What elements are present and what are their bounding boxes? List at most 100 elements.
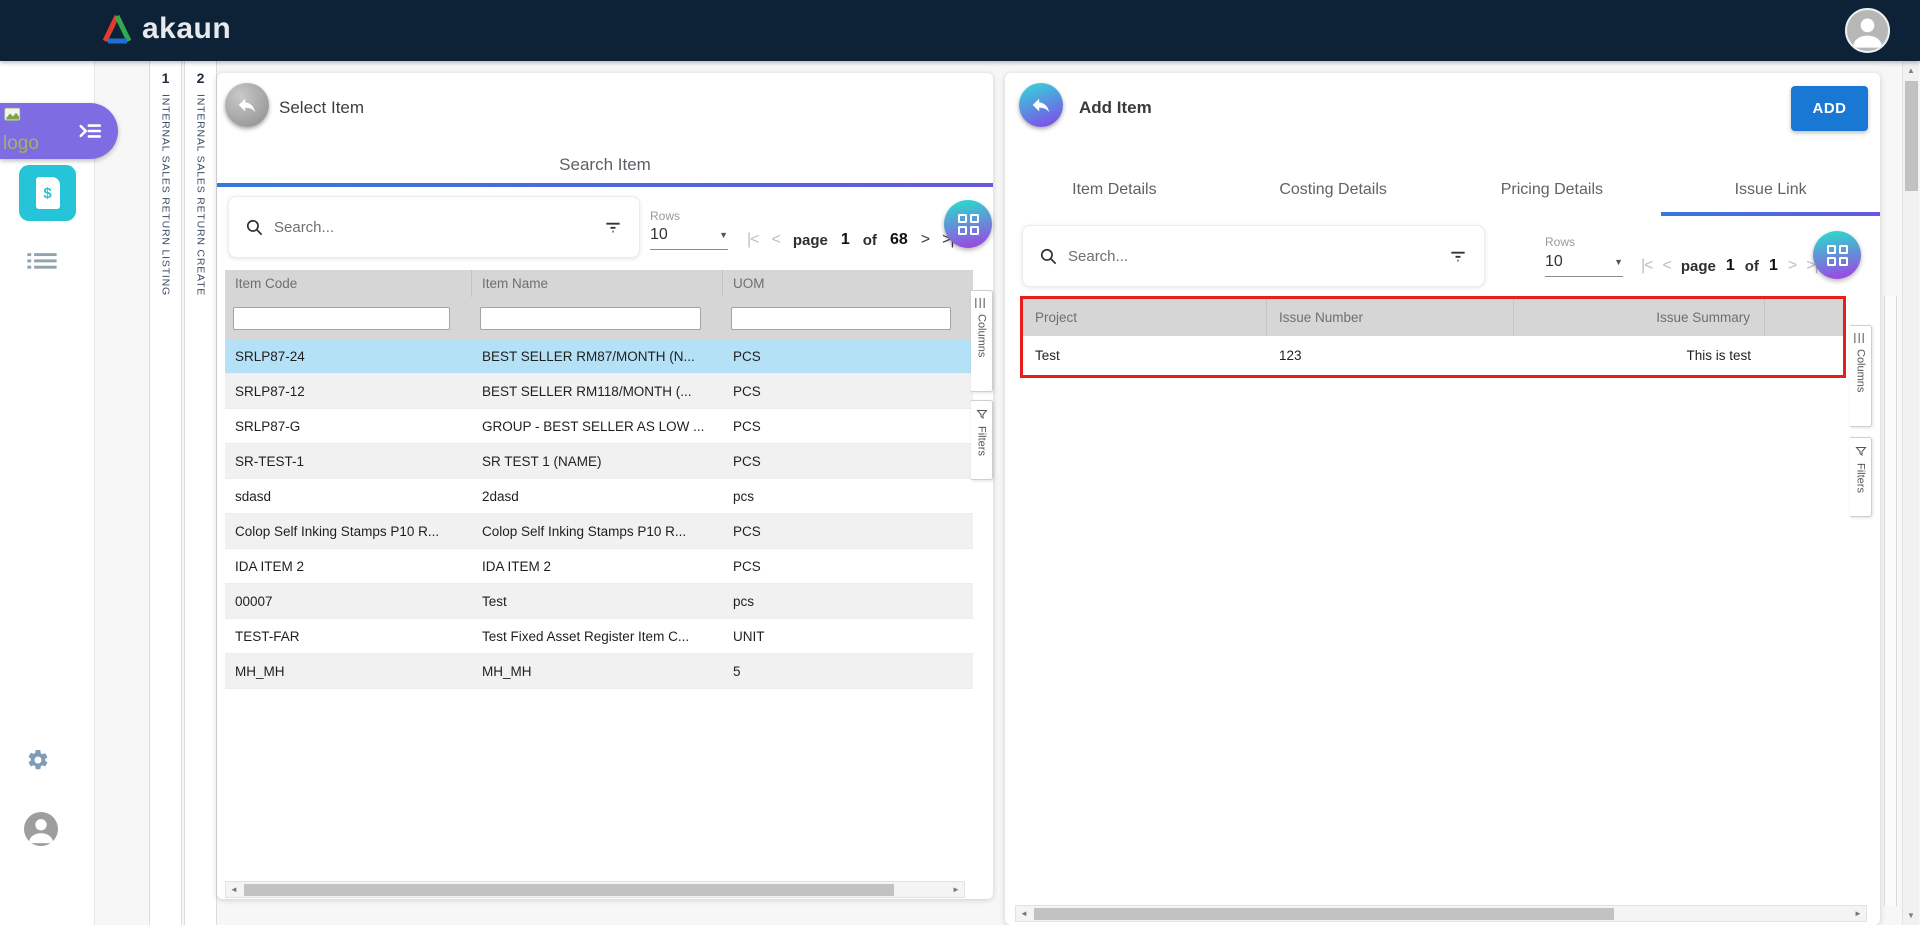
workspace-tab-label: INTERNAL SALES RETURN CREATE [195,94,207,296]
scroll-down-icon[interactable]: ▼ [1903,906,1919,925]
columns-side-tab[interactable]: Columns [1850,325,1872,427]
filters-side-tab[interactable]: Filters [971,400,993,480]
logo-banner[interactable]: logo [0,103,118,159]
back-arrow-icon [236,94,258,116]
filter-uom-input[interactable] [731,307,951,330]
sidebar-profile-icon[interactable] [24,812,58,846]
scroll-right-icon[interactable]: ► [1850,909,1866,918]
columns-side-tab[interactable]: Columns [971,290,993,392]
filter-icon[interactable] [1448,246,1468,266]
brand-name: akaun [142,12,231,46]
column-header-project: Project [1023,299,1267,336]
tab-pricing-details[interactable]: Pricing Details [1443,168,1662,212]
of-word: of [1745,258,1759,275]
gear-icon[interactable] [26,748,50,772]
panel-vertical-scrollbar-track[interactable] [1884,296,1897,906]
page-word: page [793,232,828,249]
table-row[interactable]: SRLP87-12BEST SELLER RM118/MONTH (...PCS [225,374,973,409]
first-page-button[interactable]: |< [747,231,759,249]
issue-table-header: Project Issue Number Issue Summary [1023,299,1843,336]
tab-search-item[interactable]: Search Item [217,155,993,175]
broken-image-icon [4,107,22,123]
akaun-triangle-icon [100,13,134,45]
column-header-uom: UOM [723,270,973,297]
funnel-icon [1855,445,1867,457]
workspace-tab-label: INTERNAL SALES RETURN LISTING [160,94,172,296]
list-icon[interactable] [27,252,57,270]
back-button[interactable] [225,83,269,127]
brand-logo: akaun [100,12,231,46]
workspace-tab-number: 1 [162,70,170,86]
prev-page-button[interactable]: < [772,231,780,249]
first-page-button[interactable]: |< [1641,257,1653,275]
sidebar-toggle-icon[interactable] [76,118,104,144]
table-row[interactable]: SRLP87-GGROUP - BEST SELLER AS LOW ...PC… [225,409,973,444]
prev-page-button[interactable]: < [1663,257,1671,275]
column-header-item-code: Item Code [225,270,472,297]
workspace-tab-number: 2 [197,70,205,86]
sidebar-app-billing[interactable]: $ [19,165,76,221]
rows-label: Rows [650,209,680,223]
rows-value: 10 [650,226,668,244]
table-row[interactable]: TEST-FARTest Fixed Asset Register Item C… [225,619,973,654]
pagination: |< < page 1 of 1 > >| [1641,257,1818,275]
funnel-icon [976,408,988,420]
items-table-header: Item Code Item Name UOM [225,270,973,297]
next-page-button[interactable]: > [1788,257,1796,275]
filters-side-tab[interactable]: Filters [1850,437,1872,517]
rows-per-page-select[interactable]: 10 ▼ [1545,253,1623,277]
user-avatar[interactable] [1845,8,1890,53]
scrollbar-thumb[interactable] [244,884,894,896]
scroll-up-icon[interactable]: ▲ [1903,61,1919,80]
tab-issue-link[interactable]: Issue Link [1661,168,1880,212]
add-button[interactable]: ADD [1791,86,1868,131]
workspace-tab-create[interactable]: 2 INTERNAL SALES RETURN CREATE [184,61,217,925]
table-row[interactable]: Test 123 This is test [1023,336,1843,375]
rows-per-page-select[interactable]: 10 ▼ [650,226,728,250]
back-arrow-icon [1030,94,1052,116]
grid-view-button[interactable] [944,200,992,248]
horizontal-scrollbar[interactable]: ◄ ► [225,881,965,898]
scroll-left-icon[interactable]: ◄ [226,885,242,894]
workspace-tab-listing[interactable]: 1 INTERNAL SALES RETURN LISTING [149,61,182,925]
horizontal-scrollbar[interactable]: ◄ ► [1015,905,1867,922]
scroll-right-icon[interactable]: ► [948,885,964,894]
tab-costing-details[interactable]: Costing Details [1224,168,1443,212]
chevron-down-icon: ▼ [1614,257,1623,267]
panel-title: Add Item [1079,98,1152,118]
scrollbar-thumb[interactable] [1034,908,1614,920]
column-header-issue-number: Issue Number [1267,299,1514,336]
item-search-box [228,196,640,258]
panel-title: Select Item [279,98,364,118]
table-row[interactable]: sdasd2dasdpcs [225,479,973,514]
table-row[interactable]: SRLP87-24BEST SELLER RM87/MONTH (N...PCS [225,339,973,374]
grid-view-button[interactable] [1813,231,1861,279]
of-word: of [863,232,877,249]
pagination: |< < page 1 of 68 > >| [747,231,954,249]
next-page-button[interactable]: > [921,231,929,249]
table-row[interactable]: IDA ITEM 2IDA ITEM 2PCS [225,549,973,584]
add-item-panel: Add Item ADD Item Details Costing Detail… [1005,73,1880,925]
tab-item-details[interactable]: Item Details [1005,168,1224,212]
window-vertical-scrollbar[interactable]: ▲ ▼ [1902,61,1919,925]
grid-icon [958,214,979,235]
grip-icon [1854,333,1867,343]
logo-alt-text: logo [3,133,39,155]
search-input[interactable] [274,219,593,236]
dollar-document-icon: $ [36,177,60,209]
page-number: 1 [841,231,850,249]
app-header: akaun [0,0,1920,61]
filter-item-code-input[interactable] [233,307,450,330]
filter-icon[interactable] [603,217,623,237]
scrollbar-thumb[interactable] [1905,81,1918,191]
page-total: 1 [1769,257,1778,275]
table-row[interactable]: Colop Self Inking Stamps P10 R...Colop S… [225,514,973,549]
table-row[interactable]: 00007Testpcs [225,584,973,619]
scroll-left-icon[interactable]: ◄ [1016,909,1032,918]
issue-table-highlight: Project Issue Number Issue Summary Test … [1020,296,1846,378]
filter-item-name-input[interactable] [480,307,701,330]
table-row[interactable]: SR-TEST-1SR TEST 1 (NAME)PCS [225,444,973,479]
table-row[interactable]: MH_MHMH_MH5 [225,654,973,689]
search-input[interactable] [1068,248,1438,265]
back-button[interactable] [1019,83,1063,127]
